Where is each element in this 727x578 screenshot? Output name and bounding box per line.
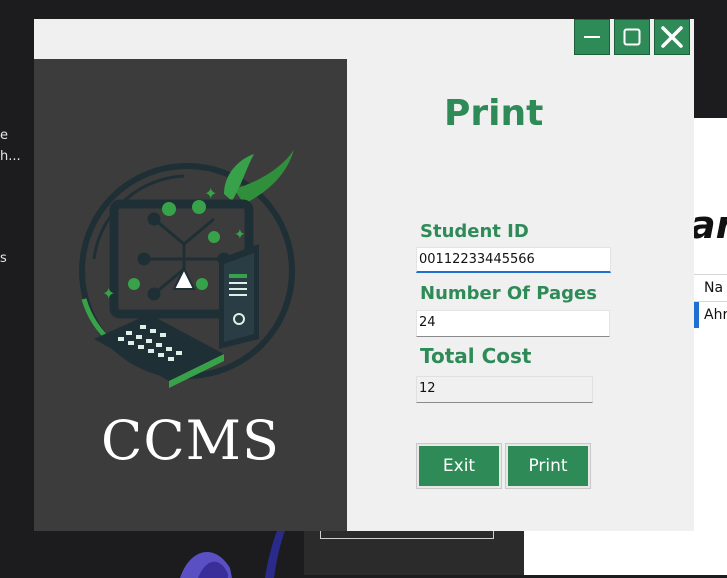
logo-panel: ✦ ✦ ✦ CCMS — [34, 59, 347, 531]
background-text-2: h... — [0, 149, 21, 164]
background-text-1: e — [0, 128, 8, 143]
cost-label: Total Cost — [420, 344, 532, 368]
maximize-icon — [623, 28, 641, 46]
wallpaper-swirl — [180, 528, 286, 578]
background-heading: ar — [694, 203, 727, 247]
background-table-row[interactable]: Ahr — [694, 302, 727, 328]
exit-button[interactable]: Exit — [416, 443, 502, 489]
background-table: Na Ahr — [694, 274, 727, 328]
close-button[interactable] — [654, 19, 690, 55]
row-selection-marker — [694, 302, 699, 328]
ccms-logo-icon: ✦ ✦ ✦ — [79, 149, 295, 388]
student-id-label: Student ID — [420, 221, 529, 242]
logo-title: CCMS — [101, 409, 280, 472]
background-table-cell: Ahr — [704, 307, 727, 323]
background-bottom-box — [320, 530, 494, 539]
maximize-button[interactable] — [614, 19, 650, 55]
background-bottom-white — [524, 530, 727, 575]
background-window: ar Na Ahr — [694, 118, 727, 575]
page-title: Print — [444, 93, 544, 134]
minimize-icon — [584, 36, 600, 38]
minimize-button[interactable] — [574, 19, 610, 55]
print-button[interactable]: Print — [505, 443, 591, 489]
close-icon — [661, 26, 683, 48]
pages-input[interactable]: 24 — [416, 310, 610, 337]
pages-label: Number Of Pages — [420, 283, 597, 304]
cost-field: 12 — [416, 376, 593, 403]
svg-text:✦: ✦ — [234, 227, 246, 243]
svg-text:✦: ✦ — [102, 284, 115, 303]
student-id-input[interactable]: 00112233445566 — [416, 247, 611, 273]
svg-text:✦: ✦ — [204, 184, 217, 203]
background-text-3: s — [0, 251, 7, 266]
background-table-header: Na — [694, 274, 727, 302]
print-window: ✦ ✦ ✦ CCMS Print Student ID 001122334455… — [34, 19, 694, 531]
